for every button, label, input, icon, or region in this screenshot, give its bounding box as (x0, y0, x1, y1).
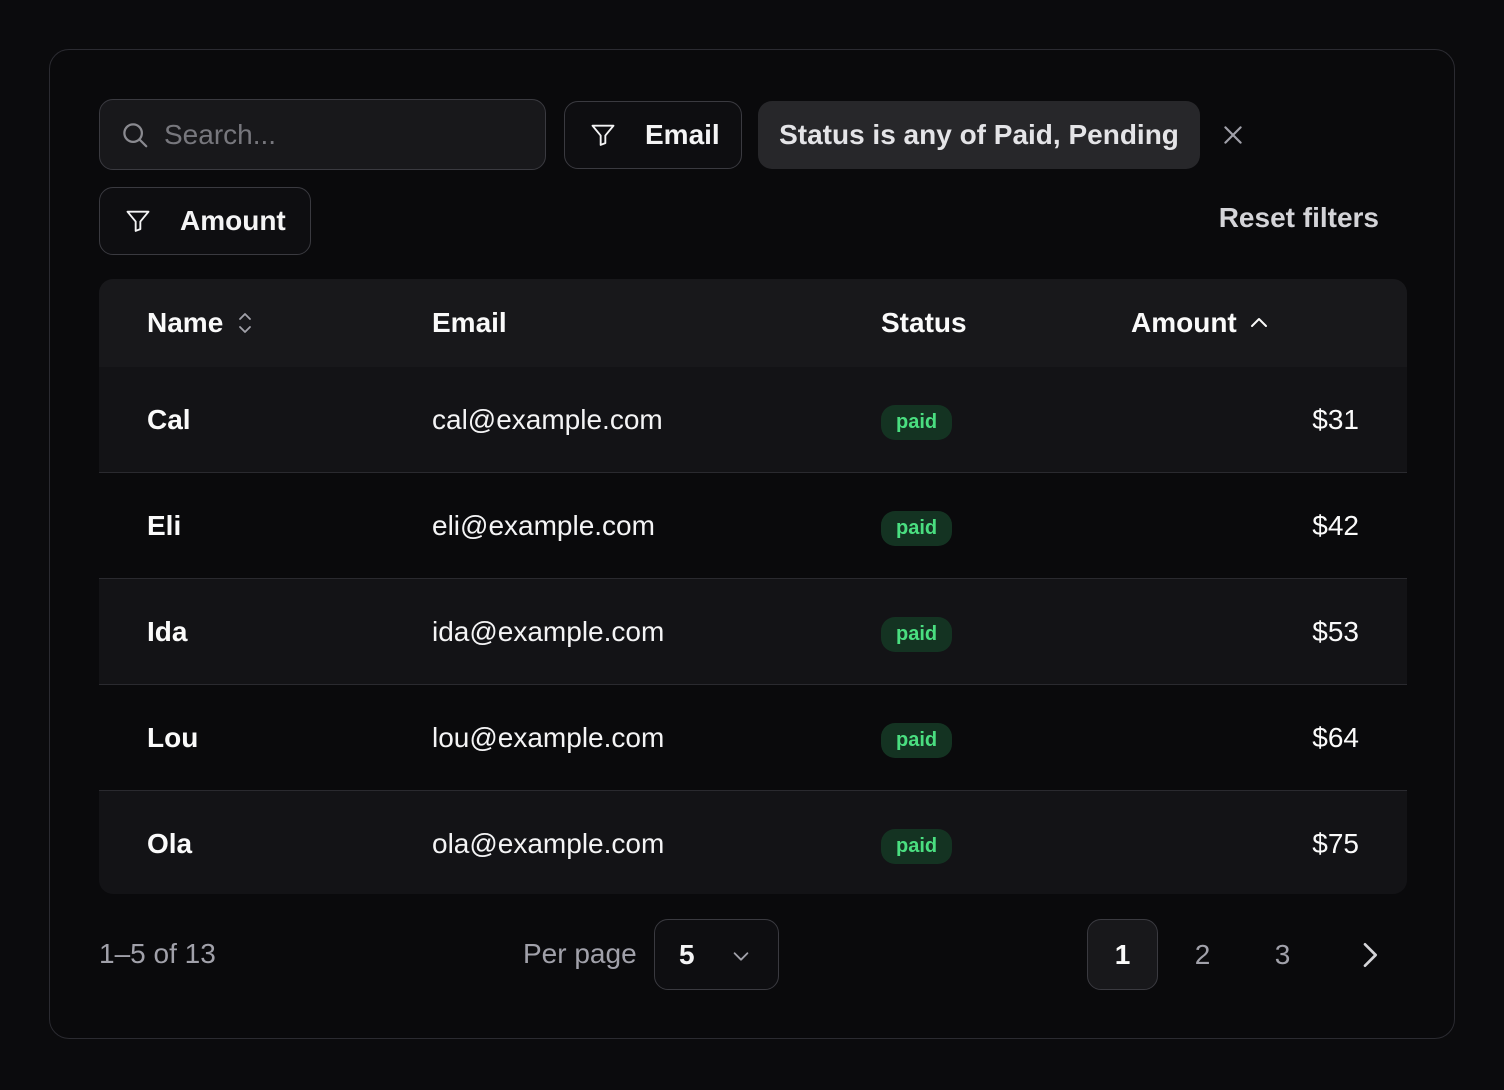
table-row[interactable]: Ola ola@example.com paid $75 (99, 791, 1407, 894)
reset-filters-button[interactable]: Reset filters (1219, 202, 1379, 234)
search-icon (123, 122, 148, 147)
cell-status: paid (881, 473, 953, 579)
cell-amount: $53 (1312, 616, 1359, 647)
table-row[interactable]: Cal cal@example.com paid $31 (99, 367, 1407, 473)
column-header-email-label: Email (432, 307, 507, 338)
column-header-name[interactable]: Name (147, 279, 257, 367)
cell-name: Ola (147, 828, 193, 859)
cell-amount: $42 (1312, 510, 1359, 541)
status-filter-chip[interactable]: Status is any of Paid, Pending (758, 101, 1200, 169)
table-row[interactable]: Ida ida@example.com paid $53 (99, 579, 1407, 685)
email-filter-label: Email (645, 119, 720, 150)
column-header-amount[interactable]: Amount (1131, 279, 1271, 367)
cell-email: ida@example.com (432, 616, 665, 647)
column-header-amount-label: Amount (1131, 307, 1237, 338)
amount-filter-button[interactable]: Amount (99, 187, 311, 255)
status-badge: paid (881, 404, 953, 440)
cell-amount: $75 (1312, 828, 1359, 859)
column-header-status-label: Status (881, 307, 967, 338)
chevron-down-icon (733, 952, 749, 961)
cell-name: Lou (147, 722, 199, 753)
search-input[interactable] (164, 118, 524, 151)
status-badge: paid (881, 510, 953, 546)
cell-email: lou@example.com (432, 722, 665, 753)
cell-name: Eli (147, 510, 182, 541)
cell-email: ola@example.com (432, 828, 665, 859)
column-header-name-label: Name (147, 307, 224, 338)
amount-filter-label: Amount (180, 205, 286, 236)
filter-icon (591, 124, 615, 146)
cell-status: paid (881, 791, 953, 894)
chevron-right-icon[interactable] (1353, 939, 1385, 971)
table-header: Name Email Status Amount (99, 279, 1407, 367)
cell-name: Cal (147, 404, 191, 435)
search-box[interactable] (99, 99, 546, 170)
cell-name: Ida (147, 616, 188, 647)
table-row[interactable]: Lou lou@example.com paid $64 (99, 685, 1407, 791)
per-page-label: Per page (523, 938, 637, 969)
cell-amount: $64 (1312, 722, 1359, 753)
sort-icon (239, 313, 252, 333)
table-row[interactable]: Eli eli@example.com paid $42 (99, 473, 1407, 579)
page-button-1[interactable]: 1 (1087, 919, 1158, 990)
cell-email: eli@example.com (432, 510, 655, 541)
filter-icon (126, 210, 150, 232)
cell-amount: $31 (1312, 404, 1359, 435)
status-badge: paid (881, 722, 953, 758)
cell-email: cal@example.com (432, 404, 663, 435)
data-table: Name Email Status Amount Cal cal@example… (99, 279, 1407, 894)
status-badge: paid (881, 828, 953, 864)
data-table-card: Email Status is any of Paid, Pending Amo… (49, 49, 1455, 1039)
status-filter-chip-label: Status is any of Paid, Pending (779, 119, 1179, 150)
page-button-2[interactable]: 2 (1167, 919, 1238, 990)
cell-status: paid (881, 579, 953, 685)
email-filter-button[interactable]: Email (564, 101, 742, 169)
column-header-email: Email (432, 279, 507, 367)
status-badge: paid (881, 616, 953, 652)
per-page-value: 5 (679, 938, 695, 970)
close-icon[interactable] (1220, 122, 1246, 148)
sort-asc-icon (1250, 318, 1267, 327)
page-button-3[interactable]: 3 (1247, 919, 1318, 990)
cell-status: paid (881, 685, 953, 791)
column-header-status: Status (881, 279, 967, 367)
per-page-select[interactable]: 5 (654, 919, 779, 990)
pagination-range: 1–5 of 13 (99, 938, 216, 969)
cell-status: paid (881, 367, 953, 473)
